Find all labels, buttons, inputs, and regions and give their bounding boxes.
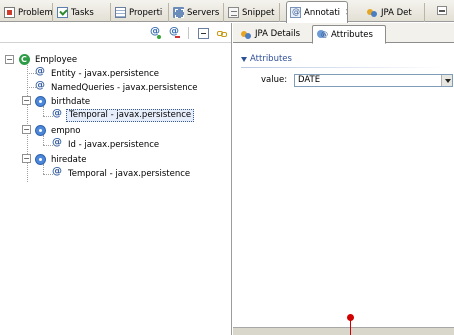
pane-bottom-edge	[233, 327, 454, 335]
tab-snippets[interactable]: Snippet	[225, 3, 280, 22]
tab-label: Attributes	[331, 29, 373, 40]
jpa-details-icon	[367, 7, 378, 18]
section-divider	[241, 67, 446, 68]
tree-node-hiredate[interactable]: hiredate	[35, 153, 88, 166]
field-icon	[35, 154, 46, 165]
minimize-button[interactable]	[437, 6, 447, 18]
close-icon[interactable]: ✕	[345, 8, 347, 18]
tree-node-empno[interactable]: empno	[35, 124, 83, 137]
tree-node-temporal-birthdate[interactable]: Temporal - javax.persistence	[52, 108, 195, 122]
add-annotation-icon	[150, 26, 161, 39]
tab-problems-label: Problem	[18, 7, 53, 18]
collapse-all-icon	[198, 28, 209, 39]
annotations-tree-pane: − − − − Employee Entity - javax.persiste…	[0, 23, 232, 335]
attributes-section: Attributes value: DATE	[241, 53, 453, 87]
tree-node-label: birthdate	[51, 96, 91, 107]
value-select-text: DATE	[298, 75, 321, 85]
tree-node-id[interactable]: Id - javax.persistence	[52, 137, 161, 151]
dropdown-arrow-icon[interactable]	[441, 75, 452, 86]
tree-node-label: Entity - javax.persistence	[51, 68, 160, 79]
link-with-editor-button[interactable]	[216, 28, 227, 42]
value-select[interactable]: DATE	[294, 74, 453, 87]
tab-tasks-label: Tasks	[71, 7, 94, 18]
field-icon	[35, 125, 46, 136]
tab-problems[interactable]: Problem	[1, 3, 53, 22]
class-icon	[19, 54, 30, 65]
field-icon	[35, 96, 46, 107]
tab-properties-label: Properti	[129, 7, 163, 18]
tree-node-label: Id - javax.persistence	[68, 139, 160, 150]
section-title: Attributes	[250, 54, 292, 64]
add-annotation-button[interactable]	[150, 26, 161, 42]
tree-node-employee[interactable]: Employee	[19, 53, 79, 66]
tree-node-label: hiredate	[51, 154, 87, 165]
annotations-icon	[290, 7, 301, 18]
expand-toggle[interactable]: −	[22, 96, 31, 105]
tree-line	[27, 60, 28, 182]
expand-toggle[interactable]: −	[22, 125, 31, 134]
section-toggle[interactable]: Attributes	[241, 53, 451, 65]
tab-annotations-label: Annotati	[304, 7, 341, 18]
chevron-down-icon	[241, 56, 247, 62]
tab-servers[interactable]: Servers	[170, 3, 224, 22]
expand-toggle[interactable]: −	[22, 154, 31, 163]
sash-handle-icon[interactable]	[347, 314, 354, 321]
jpa-details-icon	[241, 29, 252, 40]
tab-label: JPA Details	[255, 29, 301, 39]
tab-jpa-details-label: JPA Det	[381, 7, 412, 18]
tree-node-label: Employee	[35, 54, 78, 65]
value-label: value:	[261, 75, 288, 85]
tree-toolbar	[0, 23, 231, 43]
tab-snippets-label: Snippet	[242, 7, 275, 18]
annotation-icon	[52, 137, 63, 150]
details-tab-bar: JPA Details Attributes	[233, 23, 454, 44]
annotation-icon	[35, 80, 46, 93]
tab-jpa-details-sub[interactable]: JPA Details	[237, 25, 311, 43]
attributes-pane: JPA Details Attributes Attributes value:…	[233, 23, 454, 335]
tree-node-temporal-hiredate[interactable]: Temporal - javax.persistence	[52, 166, 192, 180]
remove-annotation-icon	[169, 26, 180, 39]
tree-node-label: Temporal - javax.persistence	[68, 168, 191, 179]
expand-toggle[interactable]: −	[5, 55, 14, 64]
tree-node-label: empno	[51, 125, 81, 136]
collapse-all-button[interactable]	[198, 28, 209, 42]
tab-jpa-details[interactable]: JPA Det	[364, 3, 425, 22]
tab-tasks[interactable]: Tasks	[54, 3, 111, 22]
minimize-icon	[437, 6, 447, 15]
tree-node-birthdate[interactable]: birthdate	[35, 95, 92, 108]
tab-properties[interactable]: Properti	[112, 3, 169, 22]
problems-icon	[4, 7, 15, 18]
annotation-tree: − − − − Employee Entity - javax.persiste…	[0, 43, 232, 335]
tree-node-namedqueries[interactable]: NamedQueries - javax.persistence	[35, 80, 200, 94]
annotation-icon	[52, 166, 63, 179]
tab-servers-label: Servers	[187, 7, 220, 18]
attributes-icon	[317, 29, 328, 40]
tab-annotations[interactable]: Annotati ✕	[286, 1, 348, 23]
tree-node-label: NamedQueries - javax.persistence	[51, 82, 198, 93]
annotation-icon	[35, 66, 46, 79]
tasks-icon	[57, 7, 68, 18]
annotation-icon	[52, 108, 63, 121]
tree-node-entity[interactable]: Entity - javax.persistence	[35, 66, 161, 80]
link-icon	[216, 28, 227, 39]
view-tab-bar: Problem Tasks Properti Servers Snippet A…	[0, 0, 454, 23]
snippets-icon	[228, 7, 239, 18]
servers-icon	[173, 7, 184, 18]
remove-annotation-button[interactable]	[169, 26, 180, 42]
properties-icon	[115, 7, 126, 18]
tree-node-label: Temporal - javax.persistence	[66, 109, 195, 122]
toolbar-separator	[188, 27, 189, 39]
value-row: value: DATE	[241, 74, 453, 88]
tab-attributes[interactable]: Attributes	[312, 25, 386, 44]
